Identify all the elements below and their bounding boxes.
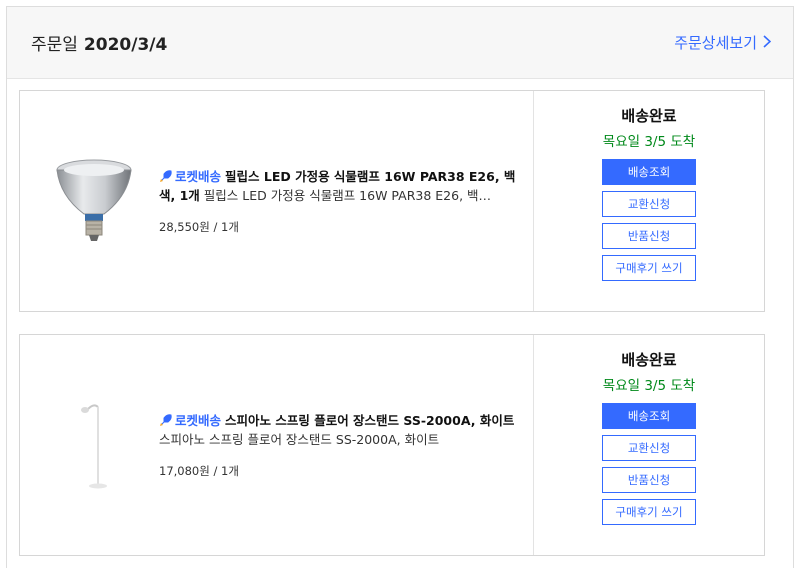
chevron-right-icon: [763, 34, 772, 52]
order-header: 주문일 2020/3/4 주문상세보기: [7, 7, 793, 79]
arrival-date: 목요일 3/5 도착: [602, 378, 696, 394]
item-info: 로켓배송 필립스 LED 가정용 식물램프 16W PAR38 E26, 백색,…: [159, 167, 519, 235]
item-title[interactable]: 로켓배송 필립스 LED 가정용 식물램프 16W PAR38 E26, 백색,…: [159, 167, 519, 205]
item-price: 28,550원 / 1개: [159, 220, 239, 234]
order-item-card: 로켓배송 스피아노 스프링 플로어 장스탠드 SS-2000A, 화이트 스피아…: [19, 334, 765, 556]
rocket-delivery-label: 로켓배송: [175, 413, 222, 428]
item-option: 필립스 LED 가정용 식물램프 16W PAR38 E26, 백…: [203, 188, 492, 203]
item-info: 로켓배송 스피아노 스프링 플로어 장스탠드 SS-2000A, 화이트 스피아…: [159, 411, 519, 479]
led-bulb-image: [56, 159, 132, 241]
arrival-date: 목요일 3/5 도착: [602, 134, 696, 150]
order-item-card: 로켓배송 필립스 LED 가정용 식물램프 16W PAR38 E26, 백색,…: [19, 90, 765, 312]
floor-lamp-image: [81, 404, 107, 489]
item-status-area: 배송완료 목요일 3/5 도착 배송조회 교환신청 반품신청 구매후기 쓰기: [533, 91, 764, 311]
exchange-request-button[interactable]: 교환신청: [602, 191, 696, 217]
item-name: 스피아노 스프링 플로어 장스탠드 SS-2000A, 화이트: [225, 413, 515, 428]
rocket-delivery-badge: 로켓배송: [159, 169, 221, 184]
order-date-label: 주문일: [31, 35, 78, 55]
write-review-button[interactable]: 구매후기 쓰기: [602, 255, 696, 281]
order-detail-link[interactable]: 주문상세보기: [674, 32, 772, 53]
item-product-area: 로켓배송 스피아노 스프링 플로어 장스탠드 SS-2000A, 화이트 스피아…: [20, 335, 533, 555]
rocket-icon: [159, 413, 173, 427]
delivery-status: 배송완료: [621, 351, 677, 369]
item-option: 스피아노 스프링 플로어 장스탠드 SS-2000A, 화이트: [159, 432, 440, 447]
track-delivery-button[interactable]: 배송조회: [602, 403, 696, 429]
order-detail-label: 주문상세보기: [674, 34, 757, 52]
order-date-value: 2020/3/4: [83, 35, 168, 55]
return-request-button[interactable]: 반품신청: [602, 223, 696, 249]
rocket-delivery-badge: 로켓배송: [159, 413, 221, 428]
item-title[interactable]: 로켓배송 스피아노 스프링 플로어 장스탠드 SS-2000A, 화이트 스피아…: [159, 411, 519, 449]
write-review-button[interactable]: 구매후기 쓰기: [602, 499, 696, 525]
rocket-icon: [159, 169, 173, 183]
exchange-request-button[interactable]: 교환신청: [602, 435, 696, 461]
order-date: 주문일 2020/3/4: [31, 30, 167, 55]
return-request-button[interactable]: 반품신청: [602, 467, 696, 493]
item-product-area: 로켓배송 필립스 LED 가정용 식물램프 16W PAR38 E26, 백색,…: [20, 91, 533, 311]
item-price: 17,080원 / 1개: [159, 464, 239, 478]
delivery-status: 배송완료: [621, 107, 677, 125]
item-status-area: 배송완료 목요일 3/5 도착 배송조회 교환신청 반품신청 구매후기 쓰기: [533, 335, 764, 555]
rocket-delivery-label: 로켓배송: [175, 169, 222, 184]
product-thumbnail[interactable]: [44, 151, 144, 251]
product-thumbnail[interactable]: [44, 395, 144, 495]
track-delivery-button[interactable]: 배송조회: [602, 159, 696, 185]
